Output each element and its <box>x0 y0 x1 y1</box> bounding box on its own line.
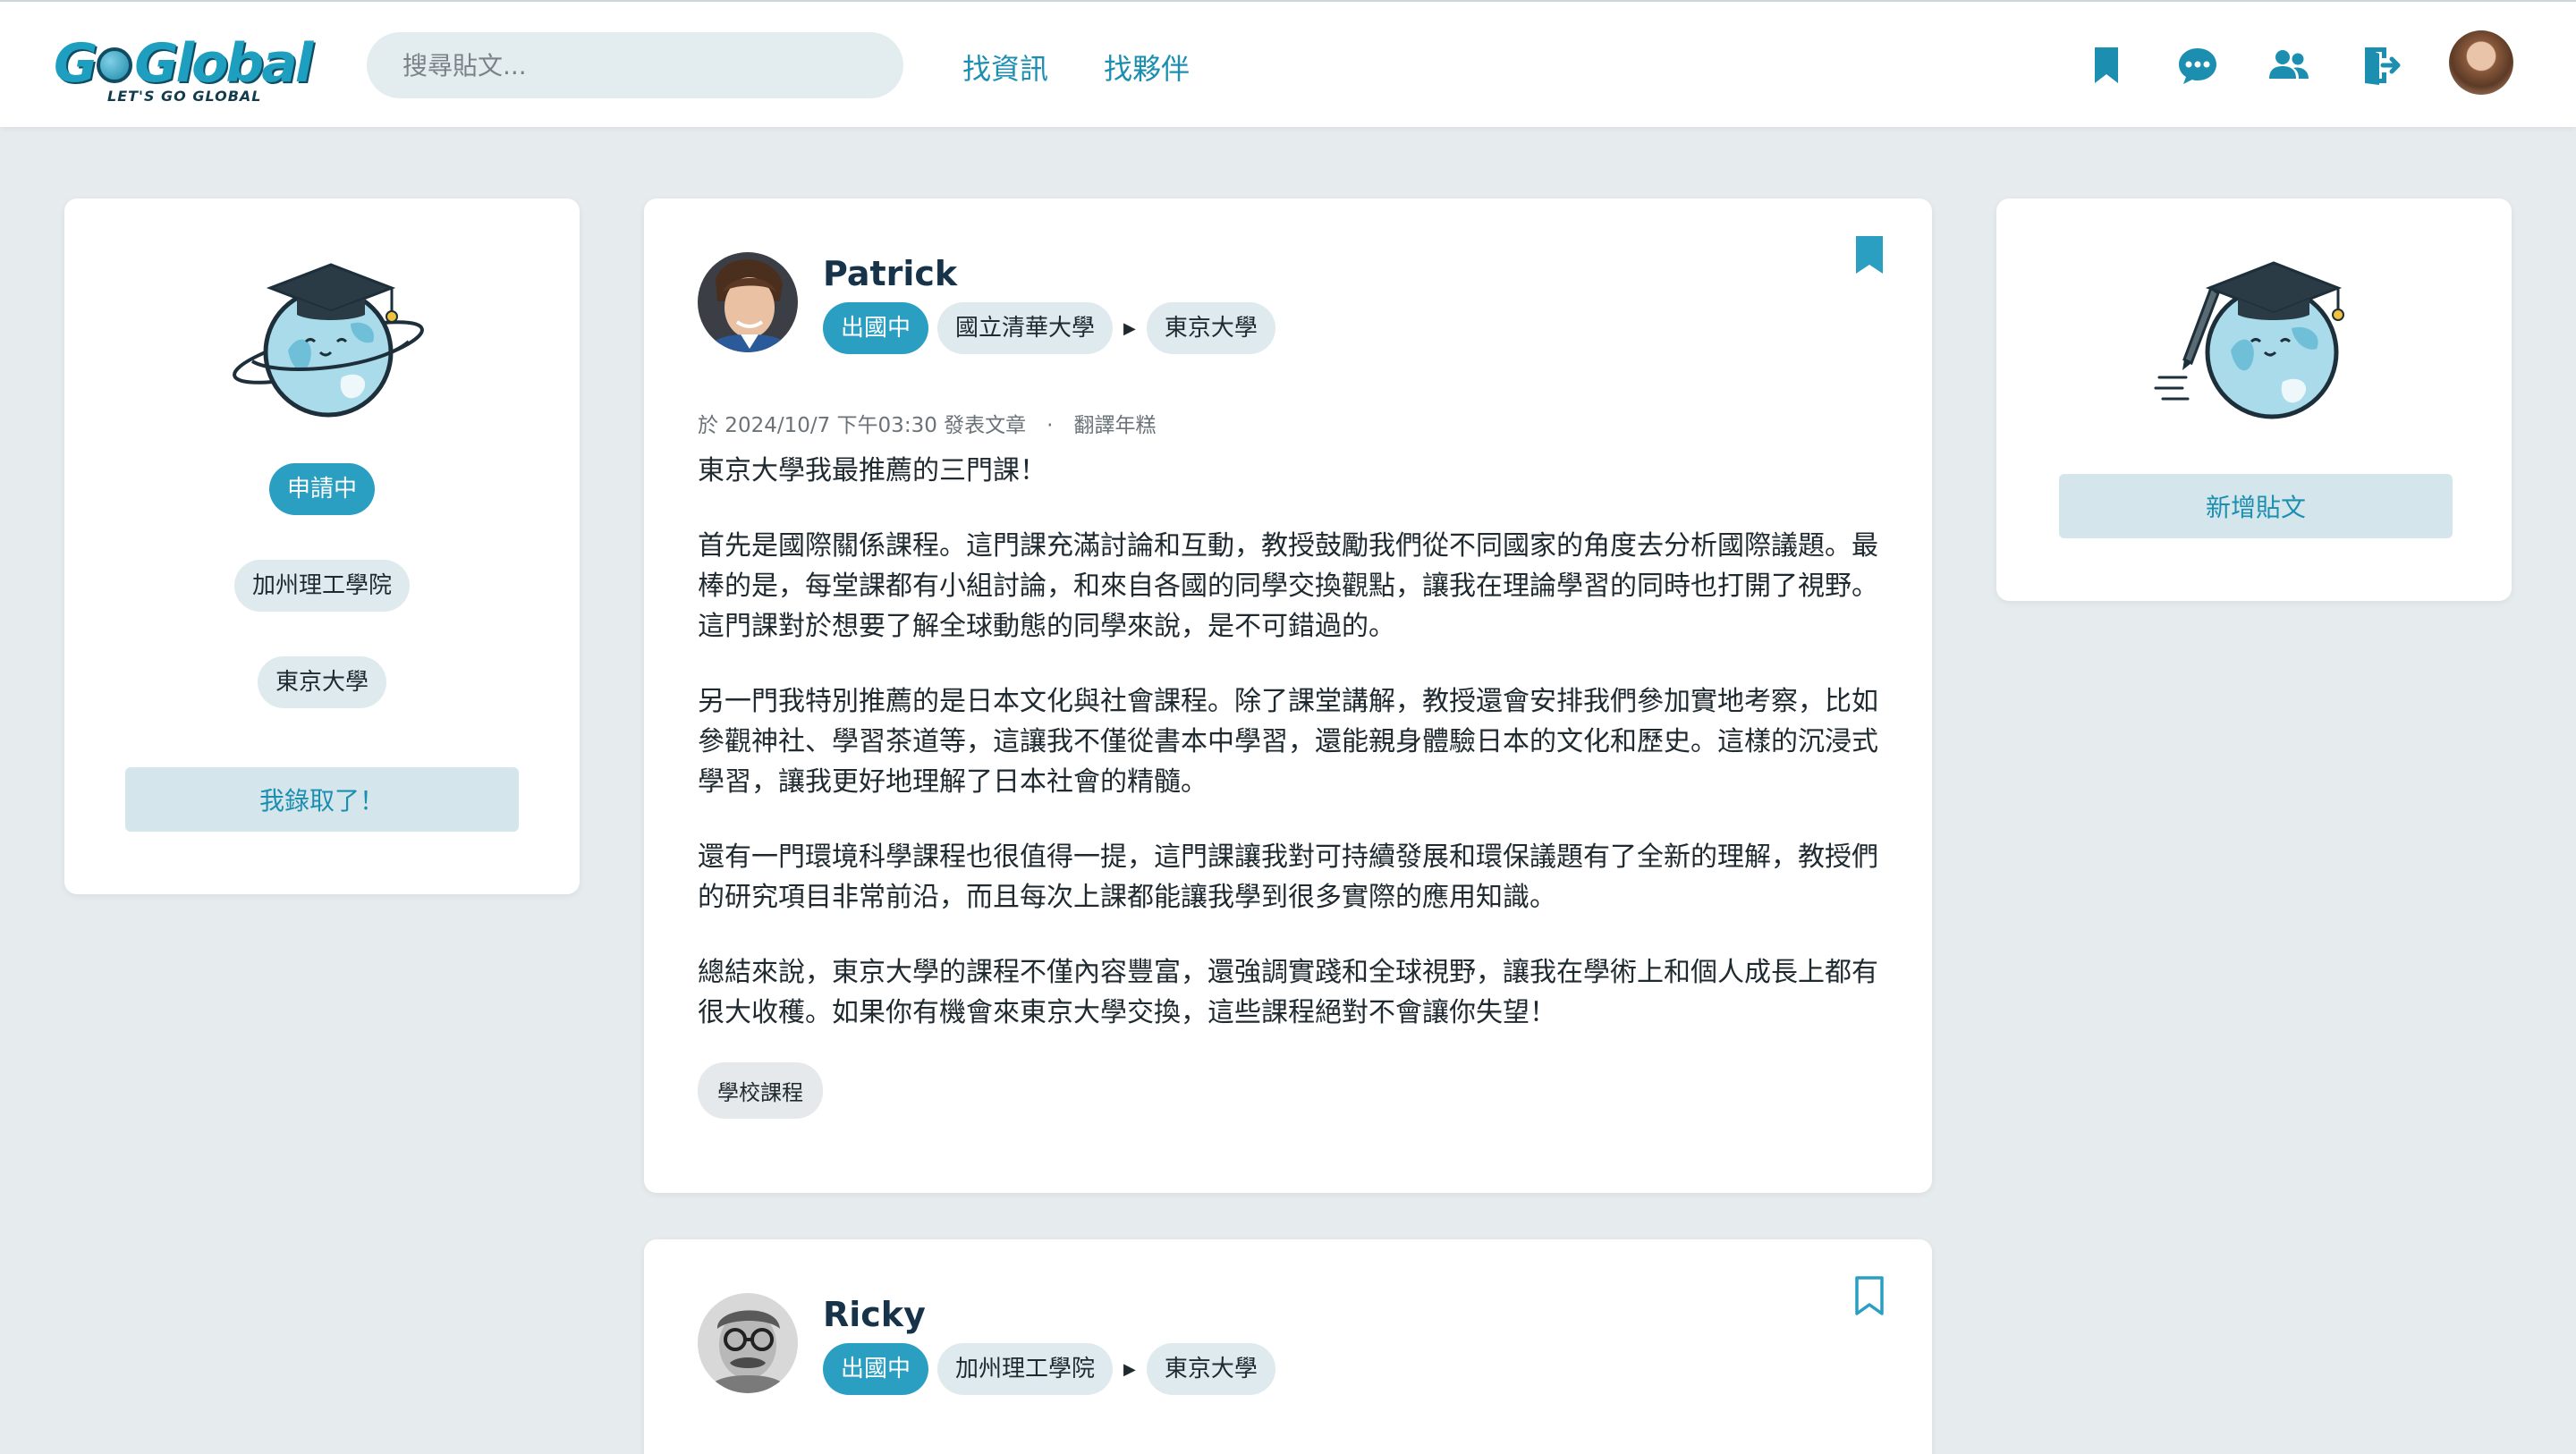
nav-find-info[interactable]: 找資訊 <box>962 46 1048 88</box>
graduation-globe-illustration <box>225 252 431 422</box>
user-avatar[interactable] <box>2449 30 2513 95</box>
bookmark-outline-icon[interactable] <box>1852 1273 1887 1318</box>
post-meta: 於 2024/10/7 下午03:30 發表文章 · 翻譯年糕 <box>698 414 1157 437</box>
post-card: Patrick 出國中 國立清華大學 ▶ 東京大學 於 2024/10/7 下午… <box>644 199 1932 1193</box>
post-author-tags: 出國中 國立清華大學 ▶ 東京大學 <box>823 302 1275 354</box>
logo-tagline: LET'S GO GLOBAL <box>107 88 262 105</box>
author-avatar[interactable] <box>698 252 798 352</box>
post-author-name[interactable]: Ricky <box>823 1295 926 1334</box>
status-badge: 出國中 <box>823 302 929 354</box>
new-post-button[interactable]: 新增貼文 <box>2059 474 2453 538</box>
nav-find-partner[interactable]: 找夥伴 <box>1104 46 1190 88</box>
logout-icon[interactable] <box>2358 43 2402 88</box>
new-post-card: 新增貼文 <box>1996 199 2512 601</box>
post-author-name[interactable]: Patrick <box>823 254 957 293</box>
author-avatar[interactable] <box>698 1293 798 1393</box>
status-badge: 出國中 <box>823 1343 929 1395</box>
friends-icon[interactable] <box>2267 43 2311 88</box>
bookmark-icon[interactable] <box>2084 43 2129 88</box>
from-school-chip: 加州理工學院 <box>937 1343 1114 1395</box>
top-navigation-bar: GGlobal LET'S GO GLOBAL 找資訊 找夥伴 <box>0 0 2576 127</box>
writing-globe-illustration <box>2148 252 2363 422</box>
post-title: 東京大學我最推薦的三門課！ <box>698 455 1046 486</box>
post-author-tags: 出國中 加州理工學院 ▶ 東京大學 <box>823 1343 1275 1395</box>
profile-card: 申請中 加州理工學院 東京大學 我錄取了！ <box>64 199 580 894</box>
post-paragraph: 還有一門環境科學課程也很值得一提，這門課讓我對可持續發展和環保議題有了全新的理解… <box>698 841 1878 913</box>
topic-tag[interactable]: 學校課程 <box>698 1062 823 1119</box>
school-chip-tokyo: 東京大學 <box>257 656 387 708</box>
to-school-chip: 東京大學 <box>1146 302 1275 354</box>
search-input[interactable] <box>367 32 903 98</box>
from-school-chip: 國立清華大學 <box>937 302 1114 354</box>
globe-icon <box>97 47 133 83</box>
status-badge: 申請中 <box>268 463 376 515</box>
school-chip-caltech: 加州理工學院 <box>233 560 411 612</box>
post-paragraph: 另一門我特別推薦的是日本文化與社會課程。除了課堂講解，教授還會安排我們參加實地考… <box>698 686 1878 798</box>
arrow-right-icon: ▶ <box>1123 1359 1136 1379</box>
admitted-button[interactable]: 我錄取了！ <box>125 767 519 832</box>
bookmark-icon[interactable] <box>1852 232 1887 277</box>
chat-icon[interactable] <box>2175 43 2220 88</box>
post-card: Ricky 出國中 加州理工學院 ▶ 東京大學 <box>644 1239 1932 1454</box>
to-school-chip: 東京大學 <box>1146 1343 1275 1395</box>
goglobal-logo[interactable]: G Global LET'S GO GLOBAL <box>54 32 322 107</box>
logo-wordmark: G Global <box>54 32 313 95</box>
post-paragraph: 首先是國際關係課程。這門課充滿討論和互動，教授鼓勵我們從不同國家的角度去分析國際… <box>698 530 1878 642</box>
post-body: 東京大學我最推薦的三門課！ 首先是國際關係課程。這門課充滿討論和互動，教授鼓勵我… <box>698 451 1887 1068</box>
arrow-right-icon: ▶ <box>1123 318 1136 338</box>
post-paragraph: 總結來說，東京大學的課程不僅內容豐富，還強調實踐和全球視野，讓我在學術上和個人成… <box>698 957 1878 1028</box>
